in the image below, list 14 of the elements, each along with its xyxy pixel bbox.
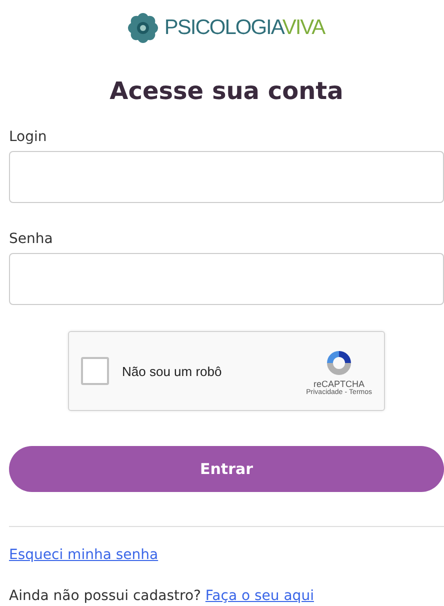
captcha-label: Não sou um robô [122, 364, 223, 378]
checkbox[interactable] [81, 357, 109, 385]
signup-link[interactable]: Faça o seu aqui [205, 588, 314, 604]
input-field[interactable] [9, 151, 444, 203]
login-button[interactable]: Entrar [9, 446, 444, 492]
signup-prompt: Ainda não possui cadastro? Faça o seu aqui [9, 588, 315, 604]
flower-icon [128, 13, 158, 43]
logo-text: PSICOLOGIAVIVA [164, 16, 325, 40]
field-label: Login [9, 129, 48, 145]
field-label: Senha [9, 231, 54, 247]
page-title: Acesse sua conta [108, 77, 344, 105]
input-field[interactable] [9, 253, 444, 305]
forgot-password-link[interactable]: Esqueci minha senha [9, 547, 158, 563]
recaptcha-brand: reCAPTCHA [314, 378, 365, 388]
